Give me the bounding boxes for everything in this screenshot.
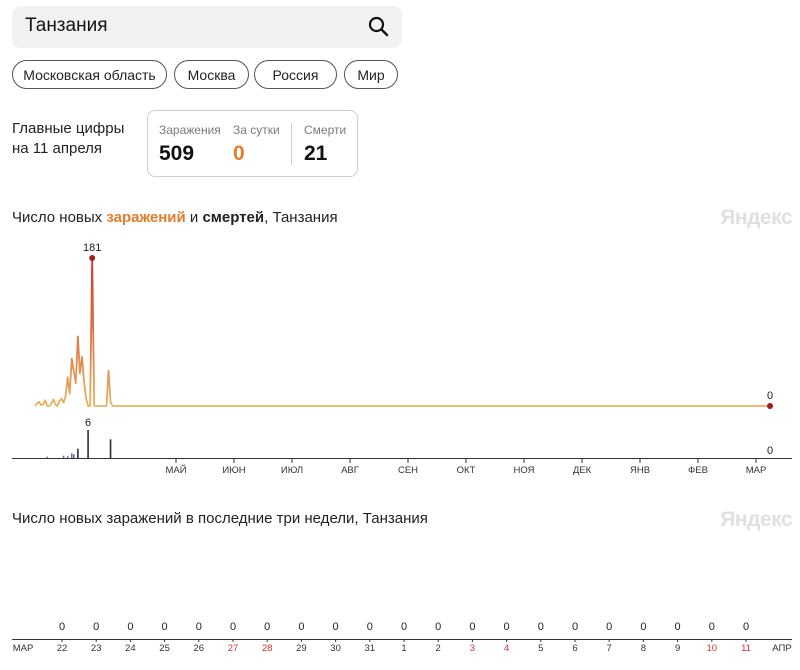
month-label: СЕН — [398, 465, 418, 476]
bar-value-label: 0 — [401, 621, 407, 633]
bar-value-label: 0 — [59, 621, 65, 633]
deaths-label: Смерти — [304, 123, 347, 137]
bar-value-label: 0 — [162, 621, 168, 633]
day-label: 1 — [401, 643, 406, 654]
stats-divider — [291, 123, 292, 165]
chart1-title-deaths: смертей — [202, 209, 265, 226]
day-label: 8 — [641, 643, 646, 654]
region-chip-moscow[interactable]: Москва — [174, 60, 249, 89]
month-label: ОКТ — [457, 465, 476, 476]
chart2-svg: МАР АПР0220230240250260270280290300310102… — [12, 621, 792, 654]
chart1-title-infections: заражений — [106, 209, 186, 226]
day-label: 27 — [228, 643, 239, 654]
month-label: АВГ — [341, 465, 359, 476]
bar-value-label: 0 — [675, 621, 681, 633]
day-label: 4 — [504, 643, 509, 654]
infections-last-label: 0 — [767, 390, 773, 402]
yandex-logo-chart1: Яндекс — [720, 206, 792, 229]
summary-caption-line2: на 11 апреля — [12, 140, 103, 157]
infections-series-line — [34, 257, 770, 407]
bar-value-label: 0 — [435, 621, 441, 633]
region-chip-moscow-oblast[interactable]: Московская область — [12, 60, 167, 89]
region-chip-world[interactable]: Мир — [344, 60, 398, 89]
month-label: ИЮЛ — [281, 465, 303, 476]
infections-last-point — [767, 403, 773, 409]
day-label: 25 — [159, 643, 170, 654]
summary-stats-card: Заражения 509 За сутки 0 Смерти 21 — [147, 110, 358, 177]
search-query[interactable]: Танзания — [25, 15, 108, 37]
bar-value-label: 0 — [127, 621, 133, 633]
deaths-last-label: 0 — [767, 445, 773, 457]
month-label: НОЯ — [514, 465, 535, 476]
month-label: ФЕВ — [688, 465, 708, 476]
day-label: 24 — [125, 643, 136, 654]
chart1-title-and: и — [185, 209, 203, 226]
chart1-svg: 181 0 6 0 МАЙ ИЮН ИЮЛ АВГ СЕН ОКТ НОЯ ДЕК ЯНВ ФЕВ МАР — [12, 242, 792, 476]
daily-label: За сутки — [233, 123, 280, 137]
day-label: 3 — [470, 643, 475, 654]
chart2-start-label: МАР — [13, 643, 34, 654]
bar-value-label: 0 — [606, 621, 612, 633]
day-label: 29 — [296, 643, 307, 654]
day-label: 5 — [538, 643, 543, 654]
day-label: 2 — [436, 643, 441, 654]
day-label: 31 — [365, 643, 376, 654]
bar-value-label: 0 — [640, 621, 646, 633]
chart1-title-prefix: Число новых — [12, 209, 107, 226]
chart2-title: Число новых заражений в последние три не… — [12, 510, 428, 527]
day-label: 10 — [707, 643, 718, 654]
infections-value: 509 — [159, 142, 195, 165]
month-label: ДЕК — [573, 465, 592, 476]
infections-label: Заражения — [159, 123, 221, 137]
month-label: МАР — [746, 465, 767, 476]
day-label: 9 — [675, 643, 680, 654]
infections-peak-label: 181 — [83, 242, 101, 254]
bar-value-label: 0 — [469, 621, 475, 633]
chart2-end-label: АПР — [772, 643, 791, 654]
day-label: 23 — [91, 643, 102, 654]
day-label: 22 — [57, 643, 68, 654]
deaths-peak-label: 6 — [85, 417, 91, 429]
chart1-title-suffix: , Танзания — [264, 209, 338, 226]
search-bar[interactable]: Танзания — [12, 6, 402, 48]
day-label: 28 — [262, 643, 273, 654]
search-icon[interactable] — [366, 14, 392, 40]
summary-caption: Главные цифры на 11 апреля — [12, 119, 124, 159]
bar-value-label: 0 — [709, 621, 715, 633]
bar-value-label: 0 — [333, 621, 339, 633]
bar-value-label: 0 — [504, 621, 510, 633]
bar-value-label: 0 — [93, 621, 99, 633]
bar-value-label: 0 — [367, 621, 373, 633]
day-label: 11 — [741, 643, 751, 654]
yandex-logo-chart2: Яндекс — [720, 508, 792, 531]
bar-value-label: 0 — [264, 621, 270, 633]
bar-value-label: 0 — [230, 621, 236, 633]
day-label: 7 — [607, 643, 612, 654]
summary-caption-line1: Главные цифры — [12, 120, 125, 137]
bar-value-label: 0 — [196, 621, 202, 633]
month-label: МАЙ — [165, 464, 186, 476]
daily-value: 0 — [233, 142, 245, 165]
deaths-value: 21 — [304, 142, 328, 165]
bar-value-label: 0 — [298, 621, 304, 633]
bar-value-label: 0 — [572, 621, 578, 633]
bar-value-label: 0 — [538, 621, 544, 633]
day-label: 6 — [572, 643, 577, 654]
chart1-title: Число новых заражений и смертей, Танзани… — [12, 209, 338, 226]
day-label: 26 — [194, 643, 205, 654]
month-label: ЯНВ — [630, 465, 650, 476]
bar-value-label: 0 — [743, 621, 749, 633]
infections-peak-point — [89, 255, 96, 261]
day-label: 30 — [330, 643, 341, 654]
region-chip-russia[interactable]: Россия — [254, 60, 337, 89]
month-label: ИЮН — [222, 465, 245, 476]
